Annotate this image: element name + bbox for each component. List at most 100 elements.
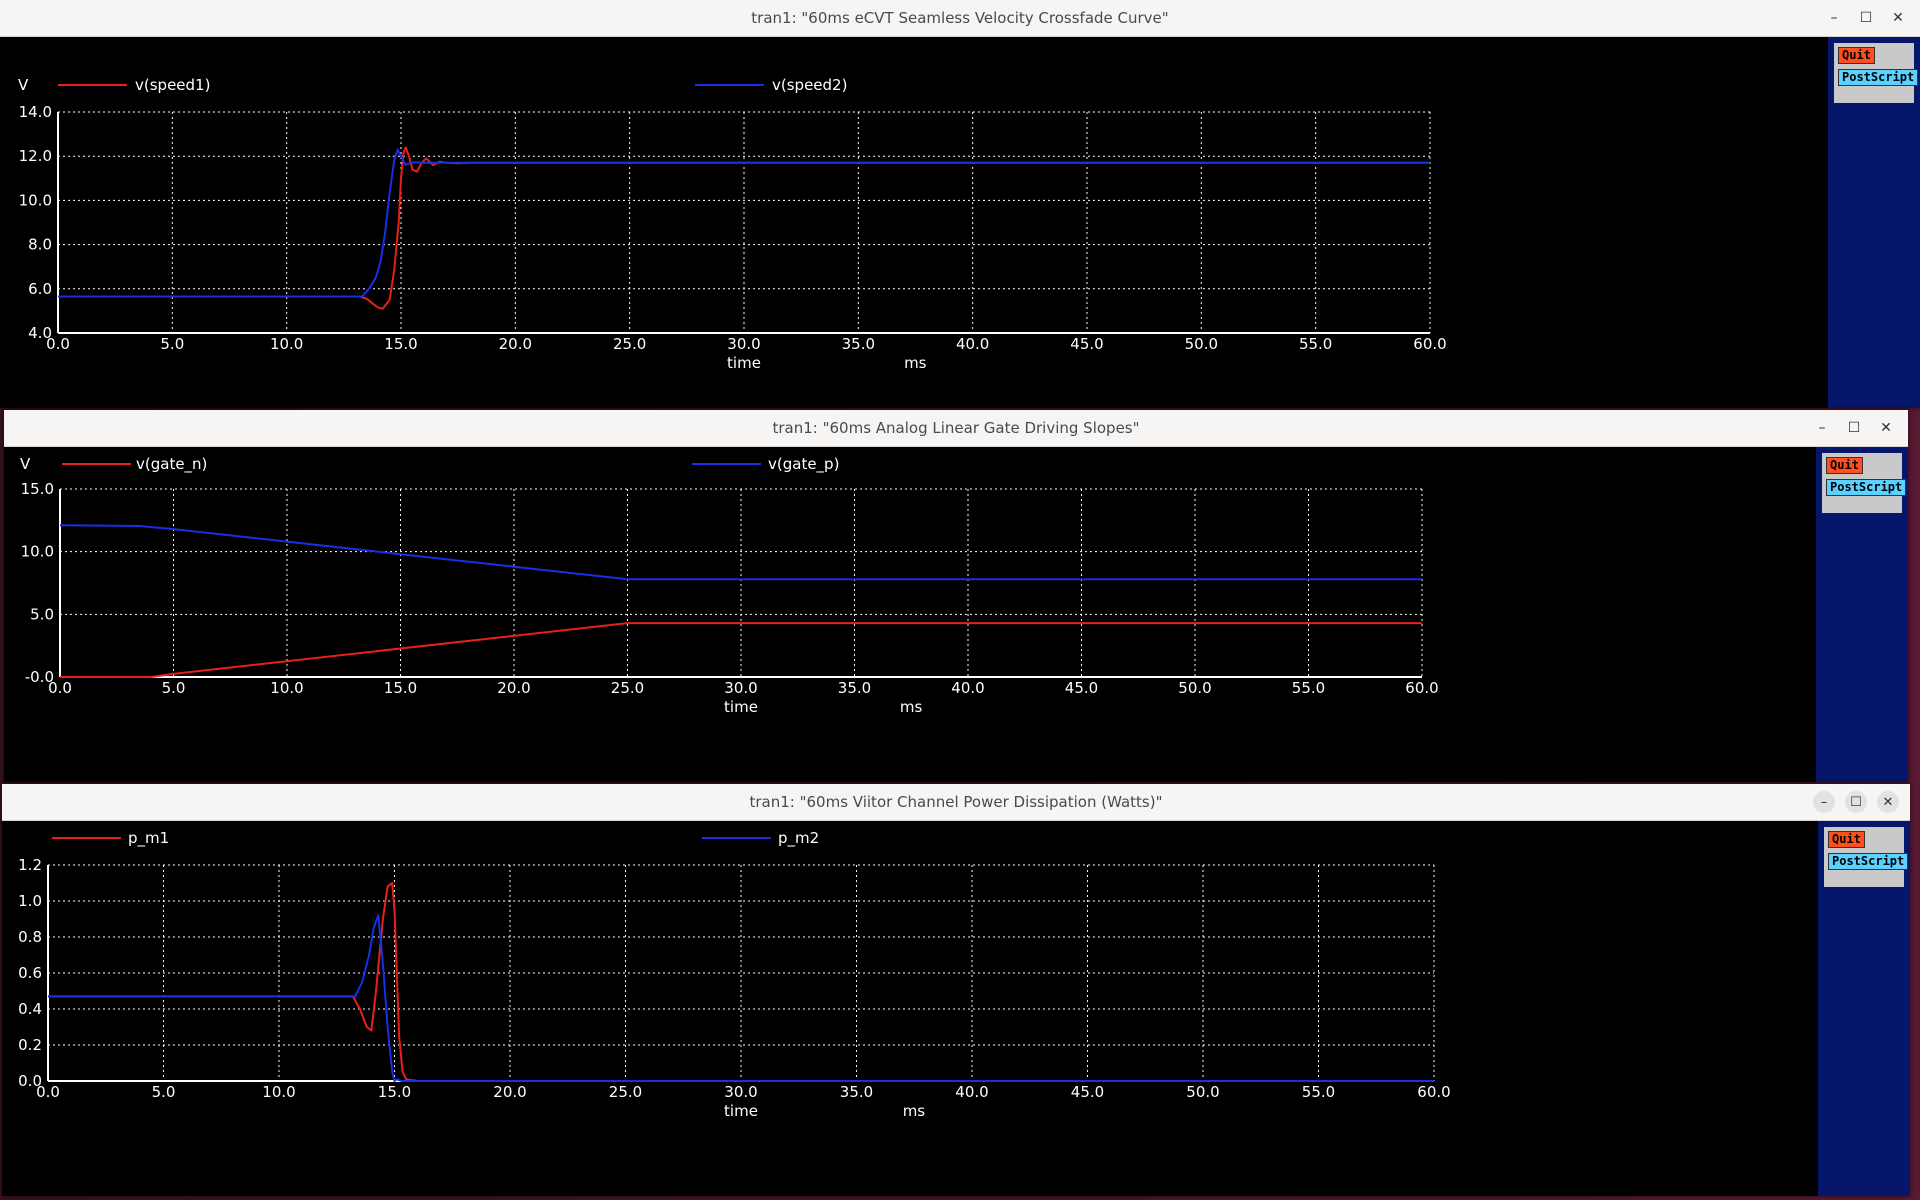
y-tick-label: 0.2 — [18, 1036, 42, 1054]
maximize-icon[interactable]: ☐ — [1840, 410, 1868, 446]
x-tick-label: 55.0 — [1299, 335, 1332, 353]
plot-window-1: tran1: "60ms eCVT Seamless Velocity Cros… — [0, 0, 1920, 408]
plot-area: Vv(gate_n) v(gate_p) 0.0 5.0 10.0 15.0 20.0 25.… — [4, 447, 1812, 782]
x-tick-label: 55.0 — [1292, 679, 1325, 697]
plot-area: p_m1 p_m2 0.0 5.0 10.0 15.0 20.0 25.0 30.0 35.0 40… — [2, 821, 1814, 1196]
x-tick-label: 35.0 — [842, 335, 875, 353]
y-tick-label: 6.0 — [28, 280, 52, 298]
y-tick-label: 12.0 — [19, 147, 52, 165]
y-tick-label: -0.0 — [25, 668, 54, 686]
quit-button[interactable]: Quit — [1826, 457, 1863, 474]
legend-label: v(gate_n) — [136, 455, 207, 474]
button-panel: Quit PostScript — [1818, 821, 1910, 1196]
legend-label: p_m1 — [128, 829, 169, 848]
y-tick-label: 8.0 — [28, 236, 52, 254]
minimize-icon[interactable]: – — [1820, 0, 1848, 36]
window-title: tran1: "60ms Viitor Channel Power Dissip… — [749, 793, 1163, 811]
x-axis-unit: ms — [900, 698, 923, 716]
x-tick-label: 20.0 — [499, 335, 532, 353]
x-axis-unit: ms — [904, 354, 927, 372]
plot-area: Vv(speed1) v(speed2) 0.0 5.0 10.0 15.0 20.0 25.… — [0, 37, 1822, 408]
x-tick-label: 40.0 — [951, 679, 984, 697]
x-tick-label: 45.0 — [1071, 1083, 1104, 1101]
y-tick-label: 1.2 — [18, 856, 42, 874]
x-tick-label: 35.0 — [838, 679, 871, 697]
y-tick-label: 0.6 — [18, 964, 42, 982]
x-axis-unit: ms — [903, 1102, 926, 1120]
close-icon[interactable]: ✕ — [1872, 410, 1900, 446]
x-tick-label: 50.0 — [1186, 1083, 1219, 1101]
button-panel: Quit PostScript — [1828, 37, 1920, 408]
legend-label: v(speed1) — [135, 76, 210, 94]
x-tick-label: 15.0 — [384, 335, 417, 353]
x-tick-label: 45.0 — [1065, 679, 1098, 697]
x-tick-label: 30.0 — [724, 1083, 757, 1101]
y-unit-label: V — [18, 76, 29, 94]
x-tick-label: 45.0 — [1070, 335, 1103, 353]
quit-button[interactable]: Quit — [1828, 831, 1865, 848]
window-title: tran1: "60ms Analog Linear Gate Driving … — [772, 419, 1140, 437]
y-tick-label: 1.0 — [18, 892, 42, 910]
x-axis-label: time — [727, 354, 761, 372]
x-tick-label: 10.0 — [262, 1083, 295, 1101]
x-tick-label: 15.0 — [378, 1083, 411, 1101]
y-tick-label: 14.0 — [19, 103, 52, 121]
x-tick-label: 10.0 — [270, 335, 303, 353]
x-axis-label: time — [724, 698, 758, 716]
title-bar[interactable]: tran1: "60ms eCVT Seamless Velocity Cros… — [0, 0, 1920, 37]
y-tick-label: 0.4 — [18, 1000, 42, 1018]
y-tick-label: 15.0 — [21, 480, 54, 498]
y-tick-label: 5.0 — [30, 605, 54, 623]
x-tick-label: 25.0 — [609, 1083, 642, 1101]
x-tick-label: 20.0 — [493, 1083, 526, 1101]
postscript-button[interactable]: PostScript — [1838, 69, 1919, 86]
x-tick-label: 50.0 — [1178, 679, 1211, 697]
y-tick-label: 4.0 — [28, 324, 52, 342]
maximize-icon[interactable]: ☐ — [1842, 784, 1870, 820]
x-tick-label: 5.0 — [152, 1083, 176, 1101]
minimize-icon[interactable]: – — [1810, 784, 1838, 820]
x-axis-label: time — [724, 1102, 758, 1120]
legend-label: v(gate_p) — [768, 455, 839, 474]
title-bar[interactable]: tran1: "60ms Analog Linear Gate Driving … — [4, 410, 1908, 447]
x-tick-label: 40.0 — [955, 1083, 988, 1101]
chart-2: Vv(gate_n) v(gate_p)0.0 5.0 10.0 15.0 20.0 25.… — [20, 455, 1439, 716]
x-tick-label: 60.0 — [1413, 335, 1446, 353]
x-tick-label: 30.0 — [727, 335, 760, 353]
x-tick-label: 30.0 — [724, 679, 757, 697]
minimize-icon[interactable]: – — [1808, 410, 1836, 446]
x-tick-label: 15.0 — [384, 679, 417, 697]
y-tick-label: 0.8 — [18, 928, 42, 946]
x-tick-label: 25.0 — [611, 679, 644, 697]
x-tick-label: 5.0 — [160, 335, 184, 353]
close-icon[interactable]: ✕ — [1884, 0, 1912, 36]
chart-1: Vv(speed1) v(speed2)0.0 5.0 10.0 15.0 20.0 25.… — [18, 76, 1447, 372]
plot-window-3: tran1: "60ms Viitor Channel Power Dissip… — [2, 784, 1910, 1196]
button-panel: Quit PostScript — [1816, 447, 1908, 782]
y-unit-label: V — [20, 455, 31, 473]
y-tick-label: 10.0 — [21, 543, 54, 561]
x-tick-label: 5.0 — [162, 679, 186, 697]
window-title: tran1: "60ms eCVT Seamless Velocity Cros… — [751, 9, 1169, 27]
series-line-2 — [59, 524, 1422, 581]
quit-button[interactable]: Quit — [1838, 47, 1875, 64]
x-tick-label: 60.0 — [1417, 1083, 1450, 1101]
x-tick-label: 35.0 — [840, 1083, 873, 1101]
postscript-button[interactable]: PostScript — [1826, 479, 1907, 496]
y-tick-label: 10.0 — [19, 191, 52, 209]
postscript-button[interactable]: PostScript — [1828, 853, 1909, 870]
legend-label: v(speed2) — [772, 76, 847, 94]
maximize-icon[interactable]: ☐ — [1852, 0, 1880, 36]
chart-3: p_m1 p_m2 0.0 5.0 10.0 15.0 20.0 25.0 30.0 35.0 40… — [18, 829, 1451, 1120]
x-tick-label: 10.0 — [270, 679, 303, 697]
x-tick-label: 50.0 — [1185, 335, 1218, 353]
y-tick-label: 0.0 — [18, 1072, 42, 1090]
x-tick-label: 60.0 — [1405, 679, 1438, 697]
title-bar[interactable]: tran1: "60ms Viitor Channel Power Dissip… — [2, 784, 1910, 821]
x-tick-label: 40.0 — [956, 335, 989, 353]
x-tick-label: 25.0 — [613, 335, 646, 353]
legend-label: p_m2 — [778, 829, 819, 848]
x-tick-label: 20.0 — [497, 679, 530, 697]
plot-window-2: tran1: "60ms Analog Linear Gate Driving … — [4, 410, 1908, 782]
close-icon[interactable]: ✕ — [1874, 784, 1902, 820]
